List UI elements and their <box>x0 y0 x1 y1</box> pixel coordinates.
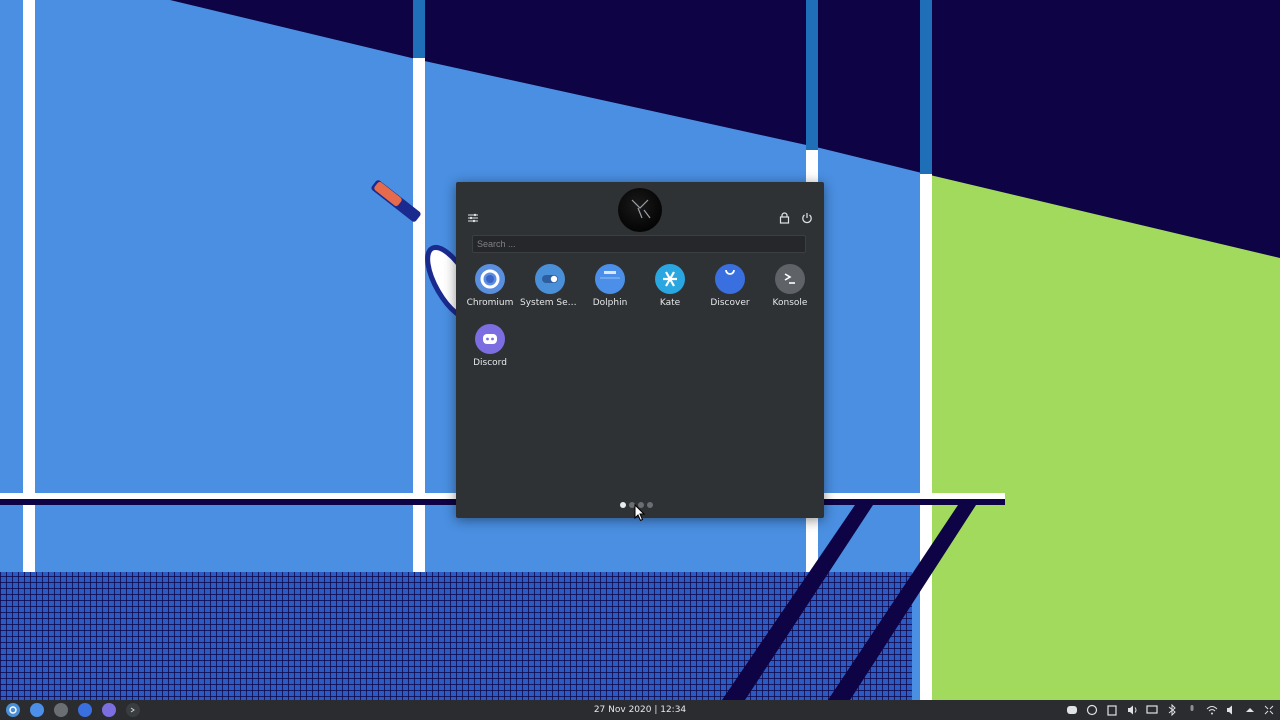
updates-icon[interactable] <box>1085 703 1099 717</box>
discord-icon[interactable] <box>102 703 116 717</box>
kate-icon <box>655 264 685 294</box>
discover-icon <box>715 264 745 294</box>
display-icon[interactable] <box>1145 703 1159 717</box>
discord-icon <box>475 324 505 354</box>
app-kate[interactable]: Kate <box>640 258 700 318</box>
konsole-icon[interactable] <box>126 703 140 717</box>
application-launcher: Chromium System Sett... Dolphin Kate Dis… <box>456 182 824 518</box>
page-dot-1[interactable] <box>620 502 626 508</box>
app-label: Dolphin <box>592 298 628 308</box>
clipboard-icon[interactable] <box>1105 703 1119 717</box>
chromium-icon <box>475 264 505 294</box>
system-settings-icon <box>535 264 565 294</box>
discover-icon[interactable] <box>78 703 92 717</box>
page-dot-4[interactable] <box>647 502 653 508</box>
app-discord[interactable]: Discord <box>460 318 520 378</box>
app-konsole[interactable]: Konsole <box>760 258 820 318</box>
user-avatar[interactable] <box>618 188 662 232</box>
expand-tray-icon[interactable] <box>1243 703 1257 717</box>
lock-screen-icon[interactable] <box>775 209 793 227</box>
app-label: Chromium <box>466 298 514 308</box>
power-icon[interactable] <box>798 209 816 227</box>
taskbar: 27 Nov 2020 | 12:34 <box>0 700 1280 720</box>
app-label: Kate <box>659 298 681 308</box>
chromium-icon[interactable] <box>30 703 44 717</box>
speaker-icon[interactable] <box>1224 703 1238 717</box>
discord-tray-icon[interactable] <box>1065 703 1079 717</box>
microphone-icon[interactable] <box>1185 703 1199 717</box>
app-chromium[interactable]: Chromium <box>460 258 520 318</box>
app-system-settings[interactable]: System Sett... <box>520 258 580 318</box>
system-settings-icon[interactable] <box>54 703 68 717</box>
bluetooth-icon[interactable] <box>1165 703 1179 717</box>
app-dolphin[interactable]: Dolphin <box>580 258 640 318</box>
mouse-cursor-icon <box>634 504 646 522</box>
app-label: Discord <box>473 358 507 368</box>
search-input[interactable] <box>472 235 806 253</box>
app-label: System Sett... <box>520 298 580 308</box>
clock[interactable]: 27 Nov 2020 | 12:34 <box>560 700 720 720</box>
show-desktop-icon[interactable] <box>1262 703 1276 717</box>
app-label: Konsole <box>772 298 808 308</box>
app-label: Discover <box>710 298 750 308</box>
app-discover[interactable]: Discover <box>700 258 760 318</box>
konsole-icon <box>775 264 805 294</box>
volume-icon[interactable] <box>1125 703 1139 717</box>
launcher-settings-icon[interactable] <box>464 209 482 227</box>
dolphin-icon <box>595 264 625 294</box>
wifi-icon[interactable] <box>1205 703 1219 717</box>
app-launcher-icon[interactable] <box>6 703 20 717</box>
